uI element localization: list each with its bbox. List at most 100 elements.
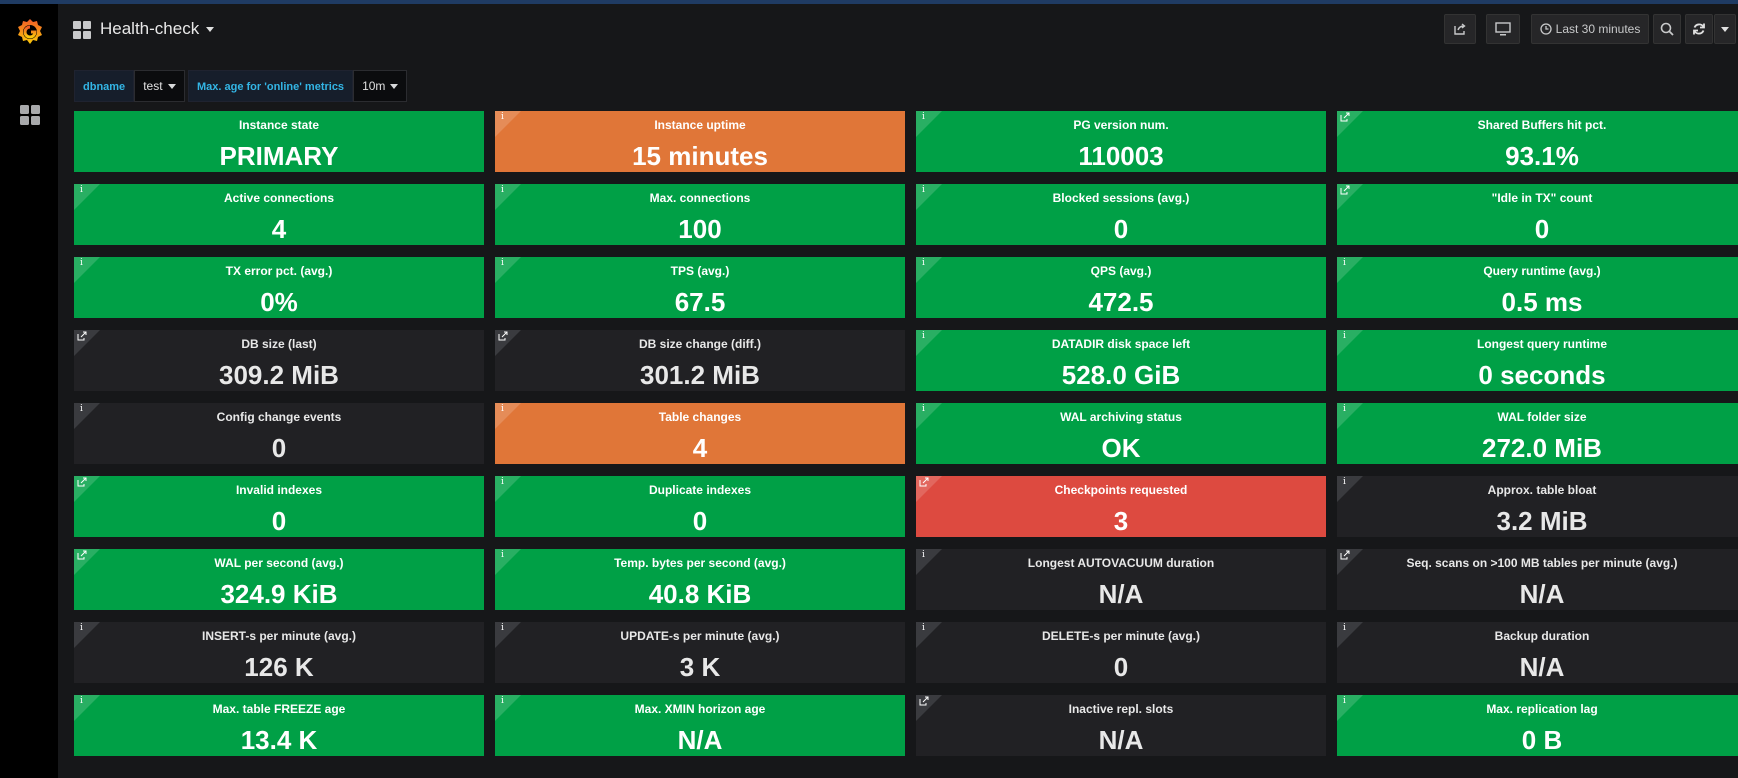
stat-panel[interactable]: i INSERT-s per minute (avg.) 126 K <box>74 622 484 683</box>
panel-value: 324.9 KiB <box>220 579 338 609</box>
stat-panel[interactable]: Instance state PRIMARY <box>74 111 484 172</box>
stat-panel[interactable]: i Max. XMIN horizon age N/A <box>495 695 905 756</box>
stat-panel[interactable]: i Query runtime (avg.) 0.5 ms <box>1337 257 1738 318</box>
variable-max-age-select[interactable]: 10m <box>353 70 408 102</box>
zoom-out-button[interactable] <box>1653 14 1681 44</box>
dashboard-title-picker[interactable]: Health-check <box>100 19 215 39</box>
stat-panel[interactable]: i DATADIR disk space left 528.0 GiB <box>916 330 1326 391</box>
panel-title[interactable]: TPS (avg.) <box>495 264 905 278</box>
refresh-icon <box>1692 22 1706 36</box>
panel-title[interactable]: Shared Buffers hit pct. <box>1337 118 1738 132</box>
stat-panel[interactable]: i Temp. bytes per second (avg.) 40.8 KiB <box>495 549 905 610</box>
variable-dbname-select[interactable]: test <box>134 70 185 102</box>
tv-mode-button[interactable] <box>1486 14 1520 44</box>
chevron-down-icon <box>390 83 399 89</box>
panel-title[interactable]: Max. replication lag <box>1337 702 1738 716</box>
panel-title[interactable]: WAL folder size <box>1337 410 1738 424</box>
stat-panel[interactable]: i QPS (avg.) 472.5 <box>916 257 1326 318</box>
stat-panel[interactable]: Seq. scans on >100 MB tables per minute … <box>1337 549 1738 610</box>
panel-value: 3.2 MiB <box>1496 506 1588 536</box>
panel-title[interactable]: DB size (last) <box>74 337 484 351</box>
panel-title[interactable]: DB size change (diff.) <box>495 337 905 351</box>
panel-value: 67.5 <box>674 287 726 317</box>
panel-title[interactable]: TX error pct. (avg.) <box>74 264 484 278</box>
panel-title[interactable]: Max. connections <box>495 191 905 205</box>
stat-panel[interactable]: WAL per second (avg.) 324.9 KiB <box>74 549 484 610</box>
stat-panel[interactable]: i Duplicate indexes 0 <box>495 476 905 537</box>
stat-panel[interactable]: i Max. connections 100 <box>495 184 905 245</box>
variable-dbname: dbname test <box>74 70 185 102</box>
panel-title[interactable]: WAL per second (avg.) <box>74 556 484 570</box>
stat-panel[interactable]: i Backup duration N/A <box>1337 622 1738 683</box>
stat-panel[interactable]: i Approx. table bloat 3.2 MiB <box>1337 476 1738 537</box>
grafana-logo-icon[interactable] <box>14 16 46 48</box>
stat-panel[interactable]: i Max. replication lag 0 B <box>1337 695 1738 756</box>
stat-panel[interactable]: i WAL archiving status OK <box>916 403 1326 464</box>
panel-title[interactable]: Active connections <box>74 191 484 205</box>
panel-value: 4 <box>271 214 287 244</box>
refresh-interval-dropdown[interactable] <box>1714 14 1736 44</box>
panel-title[interactable]: Inactive repl. slots <box>916 702 1326 716</box>
stat-panel[interactable]: Checkpoints requested 3 <box>916 476 1326 537</box>
panel-value: 0 <box>1534 214 1550 244</box>
panel-title[interactable]: Table changes <box>495 410 905 424</box>
variable-label: Max. age for 'online' metrics <box>188 70 354 102</box>
panel-title[interactable]: DATADIR disk space left <box>916 337 1326 351</box>
panel-title[interactable]: Backup duration <box>1337 629 1738 643</box>
chevron-down-icon <box>167 83 176 89</box>
stat-panel[interactable]: i TPS (avg.) 67.5 <box>495 257 905 318</box>
panel-value: 3 K <box>679 652 721 682</box>
panel-title[interactable]: Longest query runtime <box>1337 337 1738 351</box>
panel-value: 126 K <box>244 652 314 682</box>
panel-title[interactable]: Approx. table bloat <box>1337 483 1738 497</box>
panel-title[interactable]: Longest AUTOVACUUM duration <box>916 556 1326 570</box>
panel-title[interactable]: Seq. scans on >100 MB tables per minute … <box>1337 556 1738 570</box>
panel-title[interactable]: Instance state <box>74 118 484 132</box>
panel-title[interactable]: DELETE-s per minute (avg.) <box>916 629 1326 643</box>
time-picker-button[interactable]: Last 30 minutes <box>1531 14 1649 44</box>
stat-panel[interactable]: i Longest query runtime 0 seconds <box>1337 330 1738 391</box>
panel-title[interactable]: Instance uptime <box>495 118 905 132</box>
stat-panel[interactable]: i Instance uptime 15 minutes <box>495 111 905 172</box>
panel-value: 472.5 <box>1088 287 1154 317</box>
panel-title[interactable]: WAL archiving status <box>916 410 1326 424</box>
stat-panel[interactable]: DB size change (diff.) 301.2 MiB <box>495 330 905 391</box>
variable-value: test <box>143 79 163 93</box>
panel-value: 15 minutes <box>632 141 768 171</box>
share-button[interactable] <box>1444 14 1476 44</box>
panel-title[interactable]: QPS (avg.) <box>916 264 1326 278</box>
panel-title[interactable]: INSERT-s per minute (avg.) <box>74 629 484 643</box>
stat-panel[interactable]: Shared Buffers hit pct. 93.1% <box>1337 111 1738 172</box>
panel-title[interactable]: Temp. bytes per second (avg.) <box>495 556 905 570</box>
stat-panel[interactable]: Invalid indexes 0 <box>74 476 484 537</box>
stat-panel[interactable]: i Table changes 4 <box>495 403 905 464</box>
stat-panel[interactable]: i Max. table FREEZE age 13.4 K <box>74 695 484 756</box>
panel-value: 40.8 KiB <box>648 579 752 609</box>
panel-title[interactable]: Duplicate indexes <box>495 483 905 497</box>
stat-panel[interactable]: i TX error pct. (avg.) 0% <box>74 257 484 318</box>
stat-panel[interactable]: i PG version num. 110003 <box>916 111 1326 172</box>
panel-title[interactable]: Max. table FREEZE age <box>74 702 484 716</box>
panel-title[interactable]: "Idle in TX" count <box>1337 191 1738 205</box>
refresh-button[interactable] <box>1685 14 1713 44</box>
dashboards-icon[interactable] <box>19 104 41 126</box>
stat-panel[interactable]: i Longest AUTOVACUUM duration N/A <box>916 549 1326 610</box>
stat-panel[interactable]: Inactive repl. slots N/A <box>916 695 1326 756</box>
stat-panel[interactable]: i DELETE-s per minute (avg.) 0 <box>916 622 1326 683</box>
panel-title[interactable]: Query runtime (avg.) <box>1337 264 1738 278</box>
panel-title[interactable]: Invalid indexes <box>74 483 484 497</box>
stat-panel[interactable]: i Blocked sessions (avg.) 0 <box>916 184 1326 245</box>
stat-panel[interactable]: i WAL folder size 272.0 MiB <box>1337 403 1738 464</box>
stat-panel[interactable]: "Idle in TX" count 0 <box>1337 184 1738 245</box>
stat-panel[interactable]: i UPDATE-s per minute (avg.) 3 K <box>495 622 905 683</box>
panel-title[interactable]: Blocked sessions (avg.) <box>916 191 1326 205</box>
panel-title[interactable]: PG version num. <box>916 118 1326 132</box>
stat-panel[interactable]: i Active connections 4 <box>74 184 484 245</box>
panel-title[interactable]: UPDATE-s per minute (avg.) <box>495 629 905 643</box>
stat-panel[interactable]: i Config change events 0 <box>74 403 484 464</box>
panel-value: 301.2 MiB <box>640 360 760 390</box>
panel-title[interactable]: Checkpoints requested <box>916 483 1326 497</box>
stat-panel[interactable]: DB size (last) 309.2 MiB <box>74 330 484 391</box>
panel-title[interactable]: Max. XMIN horizon age <box>495 702 905 716</box>
panel-title[interactable]: Config change events <box>74 410 484 424</box>
